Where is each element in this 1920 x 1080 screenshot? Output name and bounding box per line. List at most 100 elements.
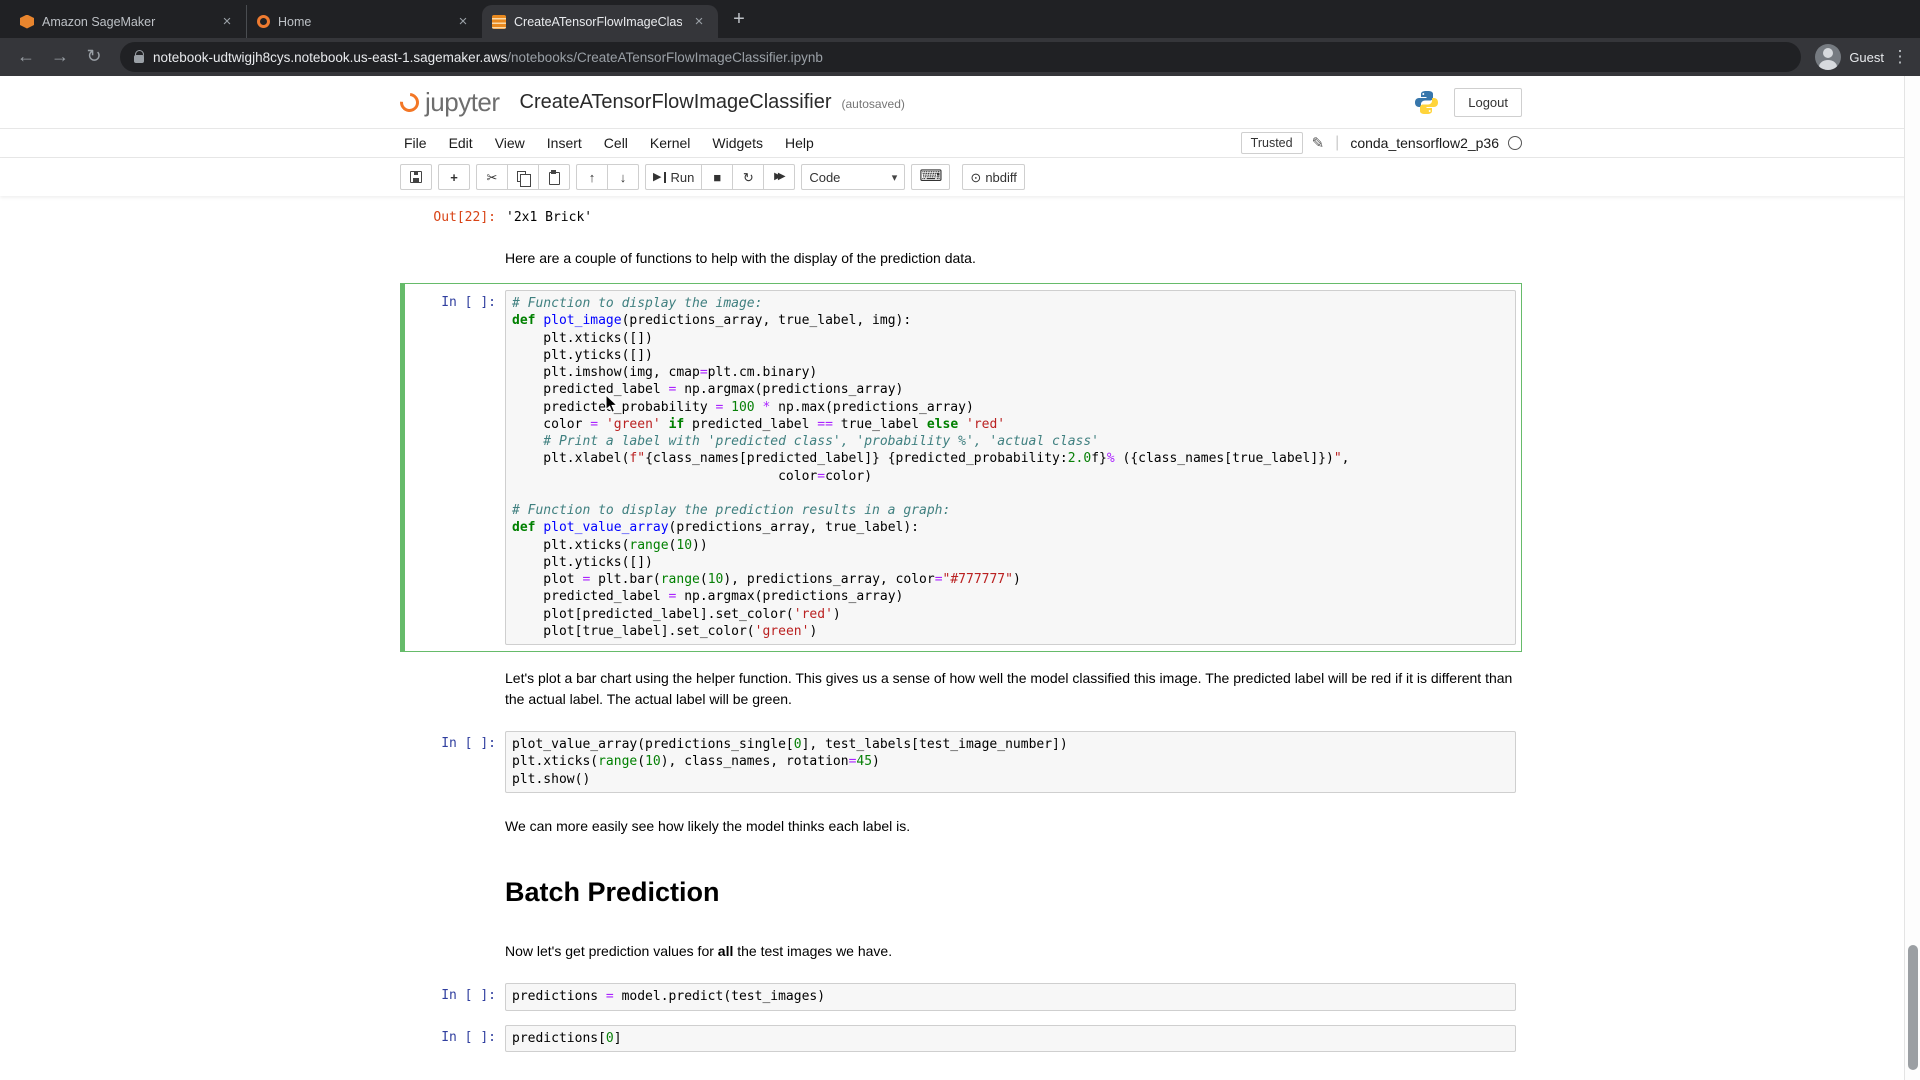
add-cell-button[interactable]: + [438, 164, 470, 190]
output-prompt: Out[22]: [410, 205, 505, 225]
cell-input-area[interactable]: predictions[0] [505, 1025, 1516, 1052]
input-prompt: In [ ]: [410, 983, 505, 1010]
code-editor[interactable]: # Function to display the image: def plo… [512, 295, 1509, 640]
copy-button[interactable] [507, 164, 539, 190]
markdown-cell[interactable]: Let's plot a bar chart using the helper … [400, 652, 1522, 724]
notebook-favicon-icon [492, 15, 506, 29]
menu-item-insert[interactable]: Insert [536, 135, 593, 151]
notebook-title[interactable]: CreateATensorFlowImageClassifier [520, 91, 832, 114]
markdown-cell[interactable]: Finally, let's use our helper functions … [400, 1059, 1522, 1080]
menu-item-cell[interactable]: Cell [593, 135, 639, 151]
kernel-status-icon [1508, 136, 1522, 150]
tab-close-icon[interactable]: × [218, 13, 236, 31]
move-down-button[interactable]: ↓ [607, 164, 639, 190]
code-cell[interactable]: In [ ]:# Function to display the image: … [400, 283, 1522, 652]
keyboard-icon: ⌨ [919, 169, 942, 185]
trusted-button[interactable]: Trusted [1241, 132, 1303, 154]
notebook-menubar: FileEditViewInsertCellKernelWidgetsHelp … [0, 128, 1920, 158]
url-host: notebook-udtwigjh8cys.notebook.us-east-1… [153, 50, 507, 65]
edit-title-pencil-icon[interactable]: ✎ [1312, 134, 1325, 152]
toolbar-button-group: + [438, 164, 470, 190]
input-prompt [410, 868, 505, 915]
save-button[interactable] [400, 164, 432, 190]
cell-input-area[interactable]: predictions = model.predict(test_images) [505, 983, 1516, 1010]
paste-icon [549, 172, 560, 185]
page-scrollbar[interactable] [1904, 76, 1920, 1080]
heading-cell[interactable]: Batch Prediction [400, 851, 1522, 926]
menu-item-view[interactable]: View [484, 135, 536, 151]
new-tab-button[interactable]: + [724, 5, 754, 35]
cell-type-select[interactable]: Code ▾ [801, 164, 905, 190]
save-icon [410, 171, 422, 183]
tab-label: CreateATensorFlowImageClass [514, 15, 682, 29]
paste-button[interactable] [538, 164, 570, 190]
url-bar[interactable]: notebook-udtwigjh8cys.notebook.us-east-1… [120, 42, 1801, 72]
output-text: '2x1 Brick' [505, 205, 592, 225]
reload-button[interactable]: ↻ [78, 41, 110, 73]
jupyter-logo-text[interactable]: jupyter [425, 87, 500, 118]
code-editor[interactable]: predictions[0] [512, 1030, 1509, 1047]
add-cell-icon: + [450, 171, 458, 184]
browser-tab-strip: Amazon SageMaker×Home×CreateATensorFlowI… [0, 0, 1920, 38]
fast-forward-button[interactable]: ▶▶ [763, 164, 795, 190]
input-prompt [410, 939, 505, 962]
cell-input-area[interactable]: # Function to display the image: def plo… [505, 290, 1516, 645]
input-prompt [410, 666, 505, 710]
code-cell[interactable]: In [ ]:predictions[0] [400, 1018, 1522, 1059]
restart-button[interactable]: ↻ [732, 164, 764, 190]
browser-menu-icon[interactable]: ⋮ [1890, 47, 1910, 67]
browser-tab[interactable]: Amazon SageMaker × [10, 5, 246, 38]
nbdiff-label: nbdiff [985, 170, 1017, 185]
browser-tab[interactable]: CreateATensorFlowImageClass × [482, 5, 718, 38]
tab-label: Amazon SageMaker [42, 15, 210, 29]
stop-button[interactable]: ■ [701, 164, 733, 190]
scrollbar-thumb[interactable] [1908, 945, 1918, 1070]
tab-close-icon[interactable]: × [454, 13, 472, 31]
cell-input-area[interactable]: plot_value_array(predictions_single[0], … [505, 731, 1516, 793]
chevron-down-icon: ▾ [892, 171, 898, 184]
logout-button[interactable]: Logout [1454, 88, 1522, 117]
toolbar-button-group: ✂ [476, 164, 570, 190]
menu-item-widgets[interactable]: Widgets [701, 135, 774, 151]
code-cell[interactable]: In [ ]:plot_value_array(predictions_sing… [400, 724, 1522, 800]
markdown-cell[interactable]: We can more easily see how likely the mo… [400, 800, 1522, 851]
markdown-text: Let's plot a bar chart using the helper … [505, 666, 1516, 710]
copy-icon [517, 171, 526, 182]
menu-item-edit[interactable]: Edit [438, 135, 484, 151]
tab-close-icon[interactable]: × [690, 13, 708, 31]
run-label: Run [670, 170, 694, 185]
input-prompt [410, 246, 505, 269]
forward-button[interactable]: → [44, 41, 76, 73]
lock-icon [134, 55, 144, 63]
url-text: notebook-udtwigjh8cys.notebook.us-east-1… [153, 50, 823, 65]
code-editor[interactable]: plot_value_array(predictions_single[0], … [512, 736, 1509, 788]
stop-icon: ■ [713, 171, 721, 184]
code-editor[interactable]: predictions = model.predict(test_images) [512, 988, 1509, 1005]
menu-item-help[interactable]: Help [774, 135, 825, 151]
markdown-cell[interactable]: Now let's get prediction values for all … [400, 925, 1522, 976]
notebook-area: Out[22]:'2x1 Brick'Here are a couple of … [400, 196, 1522, 1080]
cut-button[interactable]: ✂ [476, 164, 508, 190]
move-up-button[interactable]: ↑ [576, 164, 608, 190]
input-prompt [410, 1073, 505, 1080]
menu-item-file[interactable]: File [400, 135, 438, 151]
browser-toolbar: ← → ↻ notebook-udtwigjh8cys.notebook.us-… [0, 38, 1920, 76]
code-cell[interactable]: In [ ]: predictions = model.predict(test_… [400, 976, 1522, 1017]
tab-label: Home [278, 15, 446, 29]
jupyter-logo-icon[interactable] [396, 89, 423, 116]
menu-items: FileEditViewInsertCellKernelWidgetsHelp [400, 135, 825, 151]
output-cell[interactable]: Out[22]:'2x1 Brick' [400, 198, 1522, 232]
toolbar-button-group: ▶ Run ■ ↻▶▶ [645, 164, 795, 190]
run-icon: ▶ [653, 172, 661, 183]
nbdiff-button[interactable]: ⊙ nbdiff [962, 164, 1024, 190]
menu-item-kernel[interactable]: Kernel [639, 135, 701, 151]
python-logo-icon [1413, 89, 1440, 116]
home-favicon-icon [257, 15, 270, 28]
command-palette-button[interactable]: ⌨ [911, 164, 950, 190]
browser-tab[interactable]: Home × [246, 5, 482, 38]
markdown-cell[interactable]: Here are a couple of functions to help w… [400, 232, 1522, 283]
browser-profile[interactable]: Guest [1815, 44, 1884, 70]
sagemaker-favicon-icon [20, 15, 34, 29]
run-button[interactable]: ▶ Run [645, 164, 702, 190]
back-button[interactable]: ← [10, 41, 42, 73]
